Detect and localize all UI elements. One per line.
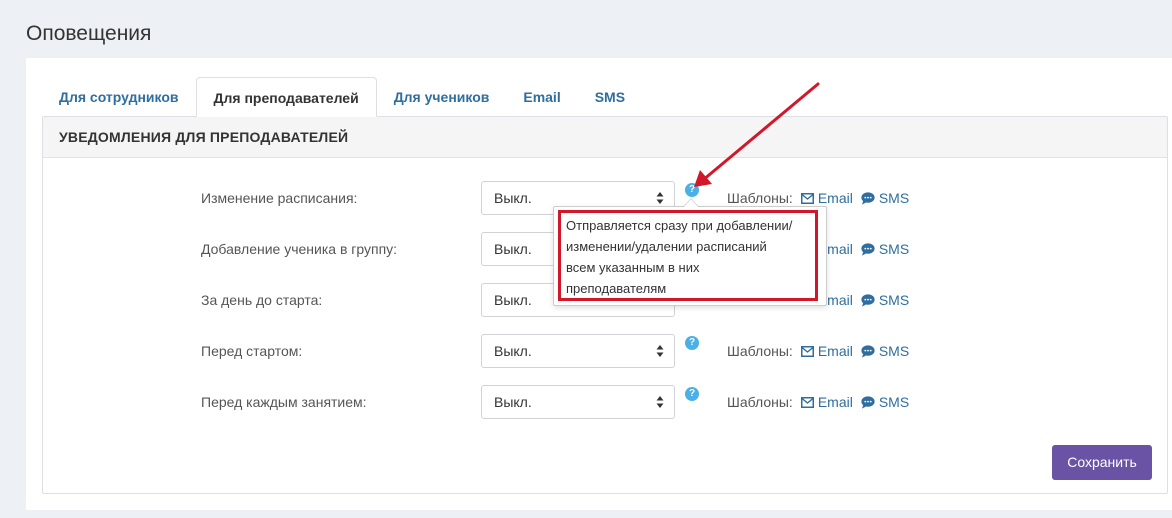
annotation-arrow-icon [694, 82, 820, 187]
